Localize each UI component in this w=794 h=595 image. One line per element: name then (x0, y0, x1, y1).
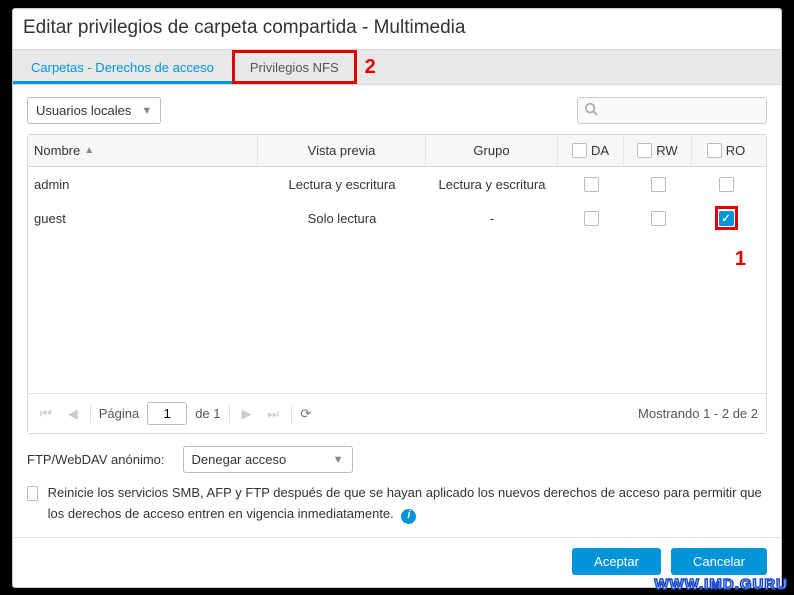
cell-ro: ✓ (692, 201, 760, 235)
checkbox-rw[interactable] (651, 211, 666, 226)
cell-da (558, 167, 624, 201)
tab-access-rights[interactable]: Carpetas - Derechos de acceso (13, 50, 232, 84)
col-name[interactable]: Nombre ▲ (28, 135, 258, 166)
cell-group: - (426, 201, 558, 235)
page-of-label: de 1 (195, 406, 220, 421)
annotation-1: 1 (735, 248, 746, 271)
separator (229, 405, 230, 423)
watermark: WWW.IMD.GURU (654, 576, 788, 593)
col-preview[interactable]: Vista previa (258, 135, 426, 166)
cell-preview: Solo lectura (258, 201, 426, 235)
cell-name: admin (28, 167, 258, 201)
page-input[interactable] (147, 402, 187, 425)
sort-asc-icon: ▲ (84, 145, 94, 156)
col-da[interactable]: DA (558, 135, 624, 166)
restart-row: Reinicie los servicios SMB, AFP y FTP de… (27, 481, 767, 529)
ftp-row: FTP/WebDAV anónimo: Denegar acceso ▼ (27, 434, 767, 481)
pager: ⏮ ◀ Página de 1 ▶ ⏭ ⟳ Mostrando 1 - 2 de… (28, 393, 766, 433)
checkbox-restart[interactable] (27, 486, 38, 501)
cell-da (558, 201, 624, 235)
first-page-icon[interactable]: ⏮ (36, 406, 56, 422)
info-icon[interactable]: i (401, 509, 416, 524)
user-filter-label: Usuarios locales (36, 103, 131, 118)
table-row: guest Solo lectura - ✓ (28, 201, 766, 235)
showing-label: Mostrando 1 - 2 de 2 (638, 406, 758, 421)
ftp-select[interactable]: Denegar acceso ▼ (183, 446, 353, 473)
search-input[interactable] (604, 103, 780, 118)
col-ro-label: RO (726, 143, 746, 158)
user-filter-select[interactable]: Usuarios locales ▼ (27, 97, 161, 124)
prev-page-icon[interactable]: ◀ (64, 406, 82, 422)
tab-nfs-privileges[interactable]: Privilegios NFS (232, 50, 357, 84)
toolbar: Usuarios locales ▼ (27, 97, 767, 124)
separator (291, 405, 292, 423)
cancel-button[interactable]: Cancelar (671, 548, 767, 575)
search-icon (584, 102, 598, 119)
permissions-table: Nombre ▲ Vista previa Grupo DA RW RO (27, 134, 767, 434)
search-box[interactable] (577, 97, 767, 124)
cell-rw (624, 167, 692, 201)
chevron-down-icon: ▼ (333, 454, 344, 466)
checkbox-ro[interactable] (719, 177, 734, 192)
restart-note: Reinicie los servicios SMB, AFP y FTP de… (48, 483, 767, 525)
dialog: Editar privilegios de carpeta compartida… (12, 8, 782, 588)
table-header: Nombre ▲ Vista previa Grupo DA RW RO (28, 135, 766, 167)
cell-preview: Lectura y escritura (258, 167, 426, 201)
page-label: Página (99, 406, 139, 421)
table-row: admin Lectura y escritura Lectura y escr… (28, 167, 766, 201)
checkbox-da[interactable] (584, 177, 599, 192)
checkbox-ro-all[interactable] (707, 143, 722, 158)
last-page-icon[interactable]: ⏭ (264, 406, 284, 422)
checkbox-ro[interactable]: ✓ (719, 211, 734, 226)
col-da-label: DA (591, 143, 609, 158)
content-area: Usuarios locales ▼ Nombre ▲ Vista previa… (13, 85, 781, 538)
separator (90, 405, 91, 423)
checkbox-rw-all[interactable] (637, 143, 652, 158)
ftp-value: Denegar acceso (192, 452, 287, 467)
col-rw-label: RW (656, 143, 677, 158)
annotation-2: 2 (357, 50, 376, 84)
cell-group: Lectura y escritura (426, 167, 558, 201)
checkbox-rw[interactable] (651, 177, 666, 192)
col-rw[interactable]: RW (624, 135, 692, 166)
cell-rw (624, 201, 692, 235)
next-page-icon[interactable]: ▶ (238, 406, 256, 422)
ok-button[interactable]: Aceptar (572, 548, 661, 575)
col-ro[interactable]: RO (692, 135, 760, 166)
cell-ro (692, 167, 760, 201)
col-name-label: Nombre (34, 143, 80, 158)
dialog-title: Editar privilegios de carpeta compartida… (13, 9, 781, 50)
checkbox-da-all[interactable] (572, 143, 587, 158)
cell-name: guest (28, 201, 258, 235)
checkbox-da[interactable] (584, 211, 599, 226)
tabs: Carpetas - Derechos de acceso Privilegio… (13, 50, 781, 85)
refresh-icon[interactable]: ⟳ (300, 406, 311, 422)
table-body: admin Lectura y escritura Lectura y escr… (28, 167, 766, 393)
col-group[interactable]: Grupo (426, 135, 558, 166)
annotation-1-box: ✓ (715, 206, 738, 230)
ftp-label: FTP/WebDAV anónimo: (27, 452, 165, 467)
chevron-down-icon: ▼ (141, 105, 152, 117)
